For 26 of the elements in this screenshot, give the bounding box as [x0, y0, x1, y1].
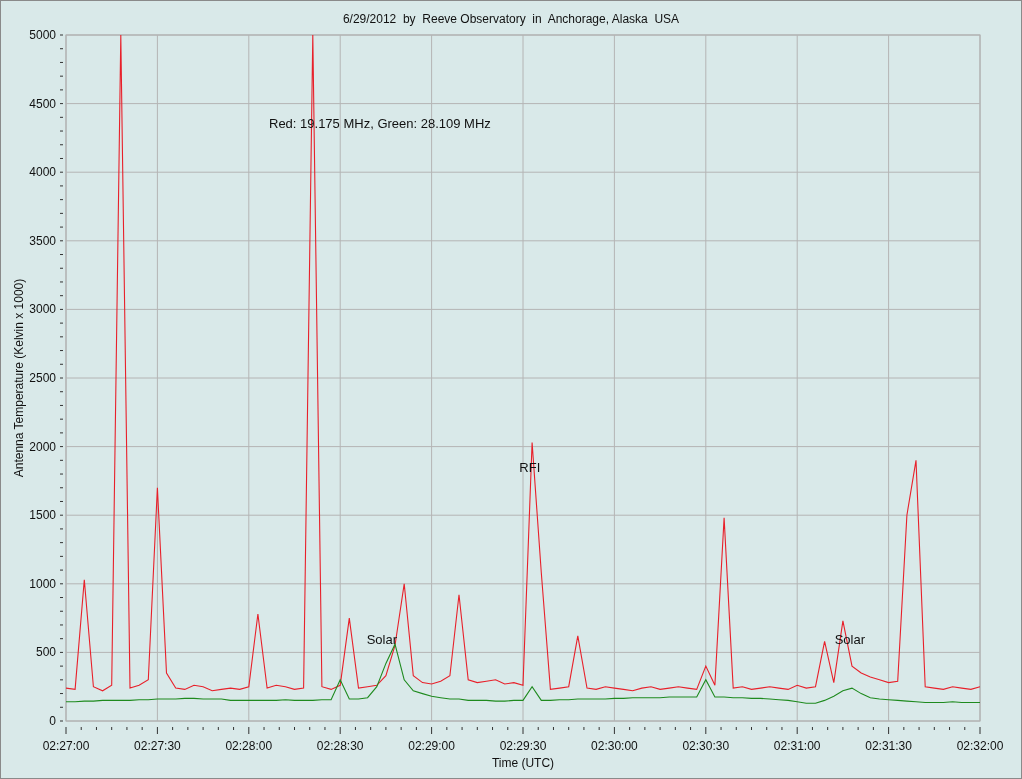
chart-annotation: Solar — [366, 631, 398, 647]
axis-tick-label: 5000 — [29, 28, 56, 42]
axis-tick-label: 02:29:30 — [499, 739, 547, 753]
axis-tick-label: 02:27:30 — [134, 739, 181, 753]
x-axis-title: Time (UTC) — [491, 756, 555, 770]
axis-tick-label: 02:27:00 — [42, 739, 90, 753]
axis-tick-label: 1000 — [29, 576, 56, 591]
axis-tick-label: 3500 — [29, 233, 56, 248]
axis-tick-label: 500 — [35, 645, 56, 660]
axis-tick-label: 02:30:30 — [682, 739, 730, 753]
axis-tick-label: 4500 — [29, 96, 56, 111]
y-axis-title: Antenna Temperature (Kelvin x 1000) — [12, 278, 26, 478]
axis-tick-label: 3000 — [29, 302, 56, 317]
chart-title: 6/29/2012 by Reeve Observatory in Anchorage, Alaska USA — [342, 12, 680, 26]
axis-tick-label: 02:31:30 — [865, 739, 912, 753]
axis-tick-label: 02:31:00 — [773, 739, 821, 753]
axis-tick-label: 02:28:30 — [316, 739, 364, 753]
axis-tick-label: 02:29:00 — [408, 739, 455, 753]
axis-tick-label: 0 — [49, 714, 56, 728]
axis-tick-label: 2000 — [29, 439, 56, 454]
axis-tick-label: 02:32:00 — [956, 739, 1004, 753]
axis-tick-label: 4000 — [29, 165, 56, 180]
axis-tick-label: 1500 — [29, 508, 56, 523]
axis-tick-label: 2500 — [29, 371, 56, 385]
axis-tick-label: 02:30:00 — [591, 739, 638, 753]
axis-tick-label: 02:28:00 — [225, 739, 273, 753]
